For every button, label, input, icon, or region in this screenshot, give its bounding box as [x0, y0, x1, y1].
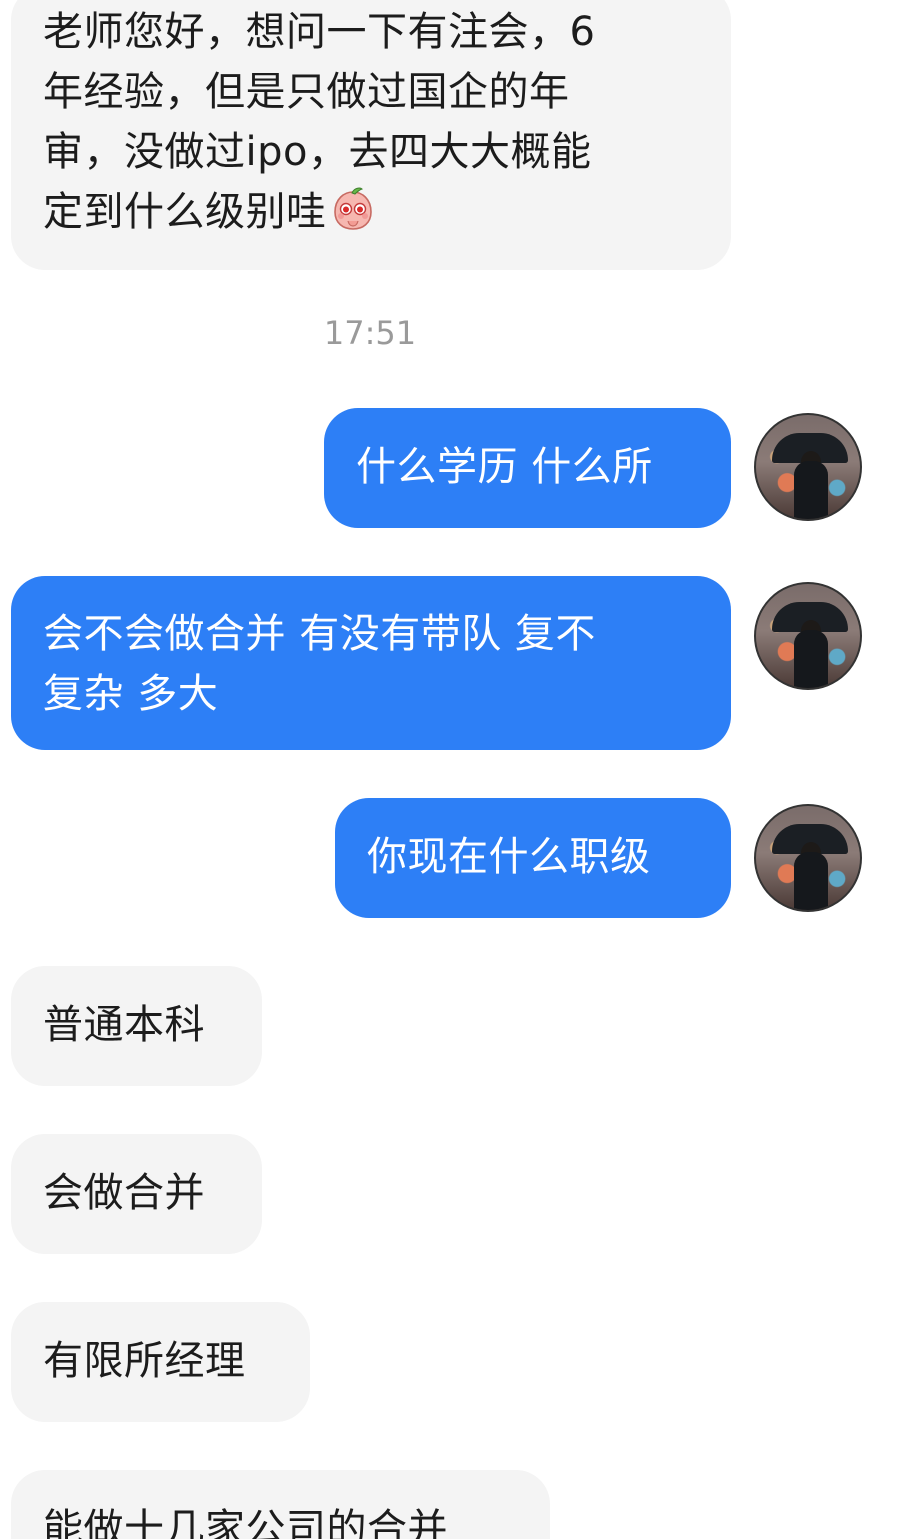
- avatar-figure-body: [794, 461, 828, 519]
- message-text: 有限所经理: [43, 1338, 246, 1384]
- message-line: 定到什么级别哇: [43, 189, 327, 235]
- incoming-message[interactable]: 老师您好，想问一下有注会，6 年经验，但是只做过国企的年 审，没做过ipo，去四…: [11, 0, 731, 270]
- chat-thread[interactable]: 老师您好，想问一下有注会，6 年经验，但是只做过国企的年 审，没做过ipo，去四…: [0, 0, 911, 1539]
- message-text: 什么学历 什么所: [356, 444, 653, 490]
- incoming-message[interactable]: 有限所经理: [11, 1302, 310, 1422]
- outgoing-message[interactable]: 会不会做合并 有没有带队 复不 复杂 多大: [11, 576, 731, 750]
- user-avatar[interactable]: [754, 582, 862, 690]
- message-text: 能做十几家公司的合并: [43, 1506, 448, 1539]
- message-line: 老师您好，想问一下有注会，6: [43, 9, 596, 55]
- incoming-message[interactable]: 普通本科: [11, 966, 262, 1086]
- message-line-with-emoji: 定到什么级别哇: [43, 182, 699, 242]
- avatar-figure-body: [794, 630, 828, 688]
- message-line: 审，没做过ipo，去四大大概能: [43, 129, 592, 175]
- incoming-message[interactable]: 能做十几家公司的合并: [11, 1470, 550, 1539]
- message-text: 普通本科: [43, 1002, 205, 1048]
- avatar-figure-body: [794, 852, 828, 910]
- user-avatar[interactable]: [754, 804, 862, 912]
- pleading-peach-emoji-icon: [333, 187, 372, 230]
- message-text: 会做合并: [43, 1170, 205, 1216]
- user-avatar[interactable]: [754, 413, 862, 521]
- outgoing-message[interactable]: 你现在什么职级: [335, 798, 731, 918]
- incoming-message[interactable]: 会做合并: [11, 1134, 262, 1254]
- message-line: 年经验，但是只做过国企的年: [43, 69, 570, 115]
- message-text: 你现在什么职级: [367, 834, 651, 880]
- outgoing-message[interactable]: 什么学历 什么所: [324, 408, 731, 528]
- message-timestamp: 17:51: [323, 314, 417, 352]
- message-line: 复杂 多大: [43, 671, 219, 717]
- message-line: 会不会做合并 有没有带队 复不: [43, 611, 596, 657]
